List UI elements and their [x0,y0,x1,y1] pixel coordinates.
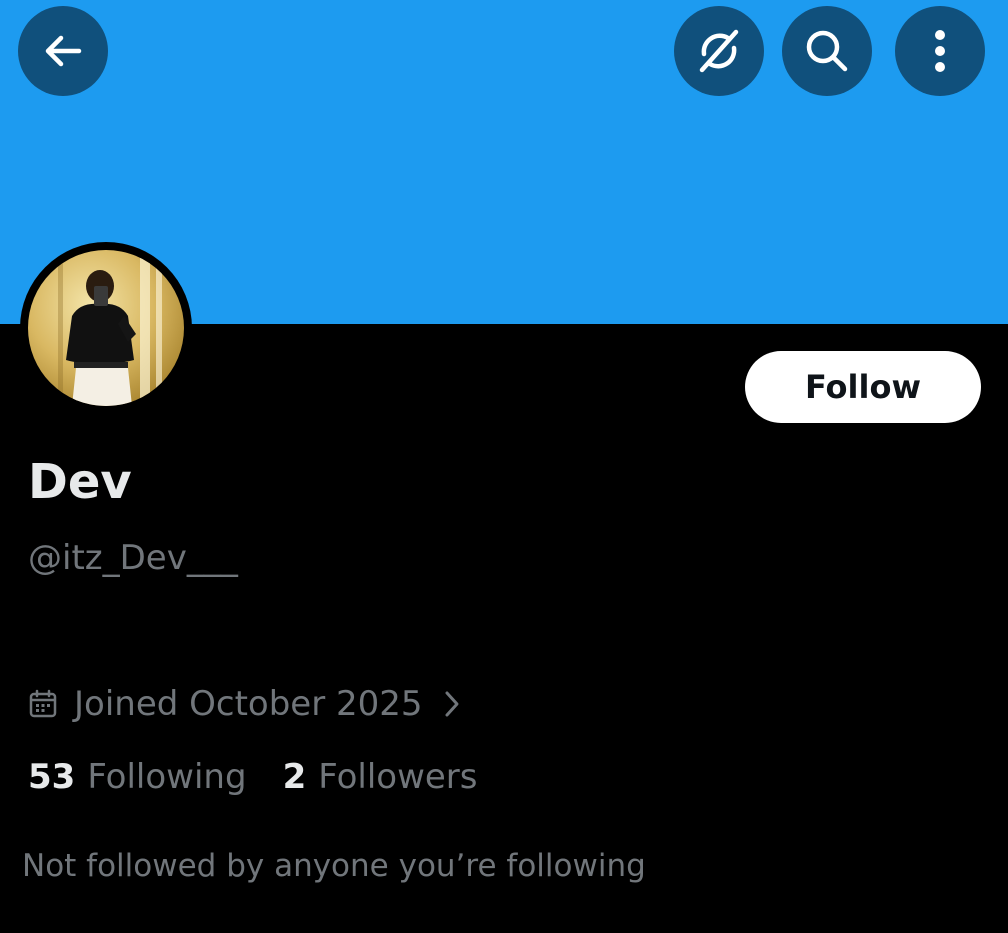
joined-date-text: Joined October 2025 [74,684,423,724]
following-count: 53 [28,757,76,797]
avatar[interactable] [28,250,184,406]
joined-date-row[interactable]: Joined October 2025 [28,680,461,728]
search-icon [806,30,848,72]
followers-link[interactable]: 2 Followers [283,757,478,797]
display-name: Dev [28,454,132,510]
grok-icon [699,29,739,73]
back-arrow-icon [45,35,82,67]
mutual-followers-note: Not followed by anyone you’re following [22,848,646,884]
following-label: Following [87,757,247,797]
follow-stats: 53 Following 2 Followers [28,752,478,802]
more-options-button[interactable] [895,6,985,96]
avatar-photo [58,250,162,406]
back-button[interactable] [18,6,108,96]
chevron-right-icon [445,691,459,717]
more-vertical-icon [935,30,945,72]
calendar-icon [29,689,57,718]
username-handle: @itz_Dev___ [28,538,238,578]
followers-label: Followers [318,757,478,797]
profile-page: Follow Dev @itz_Dev___ Joined October 20… [0,0,1008,933]
followers-count: 2 [282,757,307,797]
follow-button[interactable]: Follow [745,351,981,423]
search-button[interactable] [782,6,872,96]
grok-button[interactable] [674,6,764,96]
avatar-ring [20,242,192,414]
following-link[interactable]: 53 Following [28,757,247,797]
